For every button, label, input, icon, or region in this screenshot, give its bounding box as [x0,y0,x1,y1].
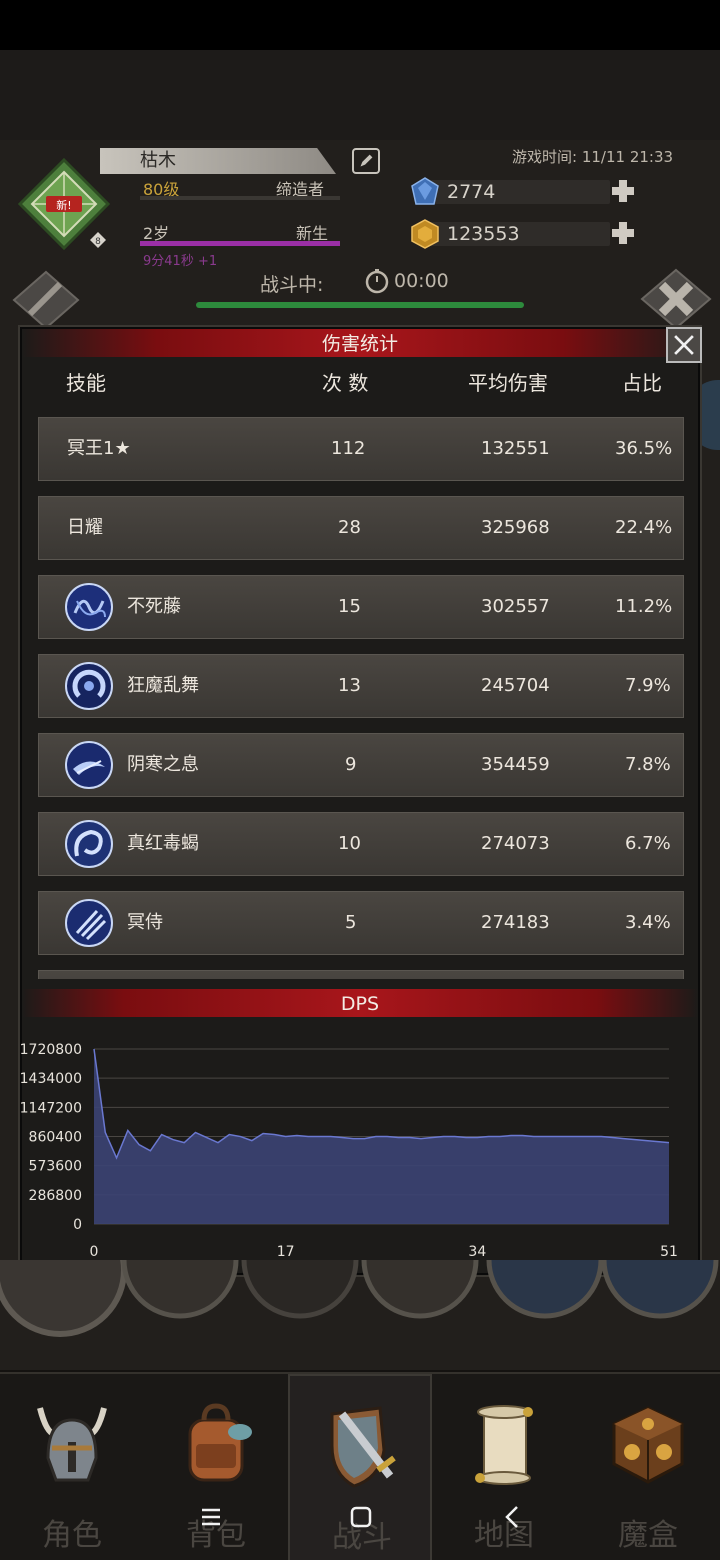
battle-progress-bar [196,302,524,308]
battle-status-label: 战斗中: [260,274,324,296]
row-skill-name: 冥王1★ [67,438,131,459]
game-time: 游戏时间: 11/11 21:33 [512,148,674,166]
row-count: 9 [345,754,357,775]
close-corner-icon[interactable] [640,268,712,330]
row-share: 7.9% [625,675,671,696]
row-avg-damage: 132551 [481,438,550,459]
row-skill-name: 冥侍 [127,912,163,933]
row-skill-name: 阴寒之息 [127,754,199,775]
y-tick-label: 286800 [29,1188,82,1204]
row-share: 36.5% [615,438,673,459]
table-row[interactable]: 不死藤 15 302557 11.2% [38,575,684,639]
backpack-icon [188,1403,252,1482]
row-count: 28 [338,517,361,538]
column-header-count: 次 数 [322,371,369,395]
row-avg-damage: 302557 [481,596,550,617]
table-row[interactable]: 真红毒蝎 10 274073 6.7% [38,812,684,876]
row-skill-name: 狂魔乱舞 [127,675,199,696]
x-tick-label: 34 [468,1244,486,1260]
system-nav-bar [0,1496,720,1536]
column-header-skill: 技能 [66,371,106,395]
badge-tag: 新! [56,198,71,212]
y-tick-label: 0 [73,1217,82,1233]
row-skill-name: 日耀 [67,517,103,538]
row-count: 15 [338,596,361,617]
gem-icon [411,177,439,205]
row-share: 7.8% [625,754,671,775]
y-tick-label: 1434000 [20,1071,82,1087]
y-tick-label: 573600 [29,1159,82,1175]
badge-level: 8 [95,237,101,247]
close-panel-button[interactable] [666,327,702,363]
table-row[interactable]: 冥侍 5 274183 3.4% [38,891,684,955]
row-avg-damage: 354459 [481,754,550,775]
age-progress-bar [140,241,340,246]
row-share: 22.4% [615,517,673,538]
table-row[interactable]: 狂魔乱舞 13 245704 7.9% [38,654,684,718]
battle-timer: 00:00 [394,270,449,292]
gem-resource: 2774 [410,176,642,208]
table-row[interactable]: 冥王1★ 112 132551 36.5% [38,417,684,481]
x-tick-label: 0 [90,1244,99,1260]
panel-title: 伤害统计 [321,333,398,355]
gold-count: 123553 [447,223,520,245]
column-header-avg-damage: 平均伤害 [468,371,548,395]
row-count: 13 [338,675,361,696]
column-header-share: 占比 [622,371,662,395]
gold-resource: 123553 [410,218,642,250]
row-skill-name: 不死藤 [127,596,181,617]
back-icon[interactable] [498,1502,528,1532]
helmet-icon [37,1407,107,1482]
level-progress-bar [140,196,340,200]
row-share: 6.7% [625,833,671,854]
table-row[interactable] [38,970,684,979]
dps-chart: 1720800 1434000 1147200 860400 573600 286800 0… [20,1042,678,1260]
row-count: 10 [338,833,361,854]
player-name: 枯木 [100,148,336,174]
gem-count: 2774 [447,181,496,203]
row-avg-damage: 325968 [481,517,550,538]
table-row[interactable]: 日耀 28 325968 22.4% [38,496,684,560]
row-avg-damage: 245704 [481,675,550,696]
dps-chart-title: DPS [340,993,380,1015]
y-tick-label: 1720800 [20,1042,82,1058]
scorpion-skill-icon [65,820,113,868]
scroll-map-icon [475,1405,533,1485]
y-tick-label: 860400 [29,1130,82,1146]
home-icon[interactable] [346,1502,376,1532]
menu-icon[interactable] [196,1502,226,1532]
frost-breath-skill-icon [65,741,113,789]
rank-badge-icon[interactable]: 新! 8 [18,158,110,250]
magic-box-icon [612,1406,684,1484]
age-timer: 9分41秒 +1 [143,254,218,269]
x-tick-label: 51 [660,1244,678,1260]
row-count: 112 [331,438,366,459]
skill-slot-row [0,1260,719,1337]
swirl-skill-icon [65,662,113,710]
close-icon [674,335,694,355]
header-strip [0,50,720,140]
vine-skill-icon [65,583,113,631]
x-tick-label: 17 [277,1244,295,1260]
sword-shield-icon [330,1406,396,1488]
row-avg-damage: 274183 [481,912,550,933]
sword-corner-icon[interactable] [12,270,80,330]
add-gems-button[interactable] [610,178,636,204]
skill-table[interactable]: 冥王1★ 112 132551 36.5% 日耀 28 325968 22.4%… [22,414,698,979]
edit-icon[interactable] [352,148,380,174]
status-bar [0,0,720,50]
table-row[interactable]: 阴寒之息 9 354459 7.8% [38,733,684,797]
gold-icon [411,219,439,249]
row-share: 3.4% [625,912,671,933]
row-avg-damage: 274073 [481,833,550,854]
y-tick-label: 1147200 [20,1100,82,1116]
row-share: 11.2% [615,596,673,617]
row-skill-name: 真红毒蝎 [127,833,199,854]
claw-skill-icon [65,899,113,947]
stopwatch-icon [365,269,389,294]
row-count: 5 [345,912,357,933]
damage-stats-panel: 伤害统计 技能 次 数 平均伤害 占比 冥王1★ 112 132551 36.5… [20,327,702,1275]
add-gold-button[interactable] [610,220,636,246]
